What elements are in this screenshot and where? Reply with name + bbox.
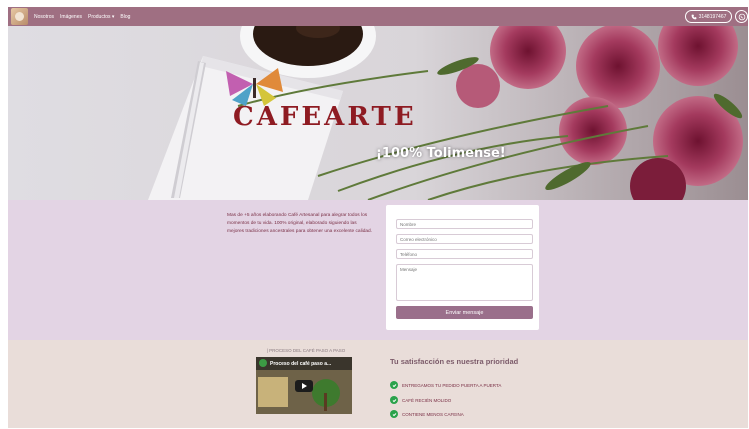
benefits-title: Tu satisfacción es nuestra prioridad bbox=[390, 357, 519, 366]
video-heading: | PROCESO DEL CAFÉ PASO A PASO bbox=[266, 348, 346, 353]
whatsapp-icon[interactable] bbox=[735, 10, 748, 23]
benefit-item: CONTIENE MENOS CAFEINA bbox=[390, 410, 464, 418]
phone-number: 3148197467 bbox=[698, 13, 727, 20]
hero-banner: CAFEARTE ¡100% Tolimense! bbox=[8, 26, 748, 200]
name-input[interactable] bbox=[396, 219, 533, 229]
phone-input[interactable] bbox=[396, 249, 533, 259]
contact-form: Enviar mensaje bbox=[386, 205, 539, 330]
video-caption: Proceso del café paso a... bbox=[270, 361, 332, 367]
check-icon bbox=[390, 410, 398, 418]
features-section: | PROCESO DEL CAFÉ PASO A PASO Proceso d… bbox=[8, 340, 748, 428]
benefit-label: ENTREGAMOS TU PEDIDO PUERTA A PUERTA bbox=[402, 382, 502, 388]
contact-section: Mas de +5 años elaborando Café Artesanal… bbox=[8, 200, 748, 340]
brand-title: CAFEARTE bbox=[233, 102, 417, 132]
phone-icon bbox=[691, 14, 696, 19]
phone-button[interactable]: 3148197467 bbox=[685, 10, 732, 23]
video-thumbnail[interactable]: Proceso del café paso a... bbox=[256, 357, 352, 414]
logo[interactable] bbox=[11, 8, 28, 25]
benefit-item: CAFÉ RECIÉN MOLIDO bbox=[390, 396, 451, 404]
check-icon bbox=[390, 396, 398, 404]
check-icon bbox=[390, 381, 398, 389]
nav-links: Nosotros Imágenes Productos ▾ Blog bbox=[34, 7, 130, 26]
benefit-label: CAFÉ RECIÉN MOLIDO bbox=[402, 397, 452, 403]
intro-text: Mas de +5 años elaborando Café Artesanal… bbox=[227, 213, 373, 234]
nav-link-imagenes[interactable]: Imágenes bbox=[60, 14, 82, 20]
benefit-label: CONTIENE MENOS CAFEINA bbox=[402, 411, 464, 417]
nav-link-blog[interactable]: Blog bbox=[120, 14, 130, 20]
nav-link-productos-label: Productos bbox=[87, 13, 111, 20]
chevron-down-icon: ▾ bbox=[111, 13, 115, 20]
nav-link-nosotros[interactable]: Nosotros bbox=[34, 14, 54, 20]
play-icon[interactable] bbox=[295, 380, 313, 392]
navbar: Nosotros Imágenes Productos ▾ Blog 31481… bbox=[8, 7, 748, 26]
benefit-item: ENTREGAMOS TU PEDIDO PUERTA A PUERTA bbox=[390, 381, 501, 389]
email-input[interactable] bbox=[396, 234, 533, 244]
page: Nosotros Imágenes Productos ▾ Blog 31481… bbox=[8, 7, 748, 428]
message-input[interactable] bbox=[396, 264, 533, 301]
submit-button[interactable]: Enviar mensaje bbox=[396, 306, 533, 319]
hero-tagline: ¡100% Tolimense! bbox=[376, 146, 506, 161]
nav-link-productos[interactable]: Productos ▾ bbox=[88, 14, 114, 20]
